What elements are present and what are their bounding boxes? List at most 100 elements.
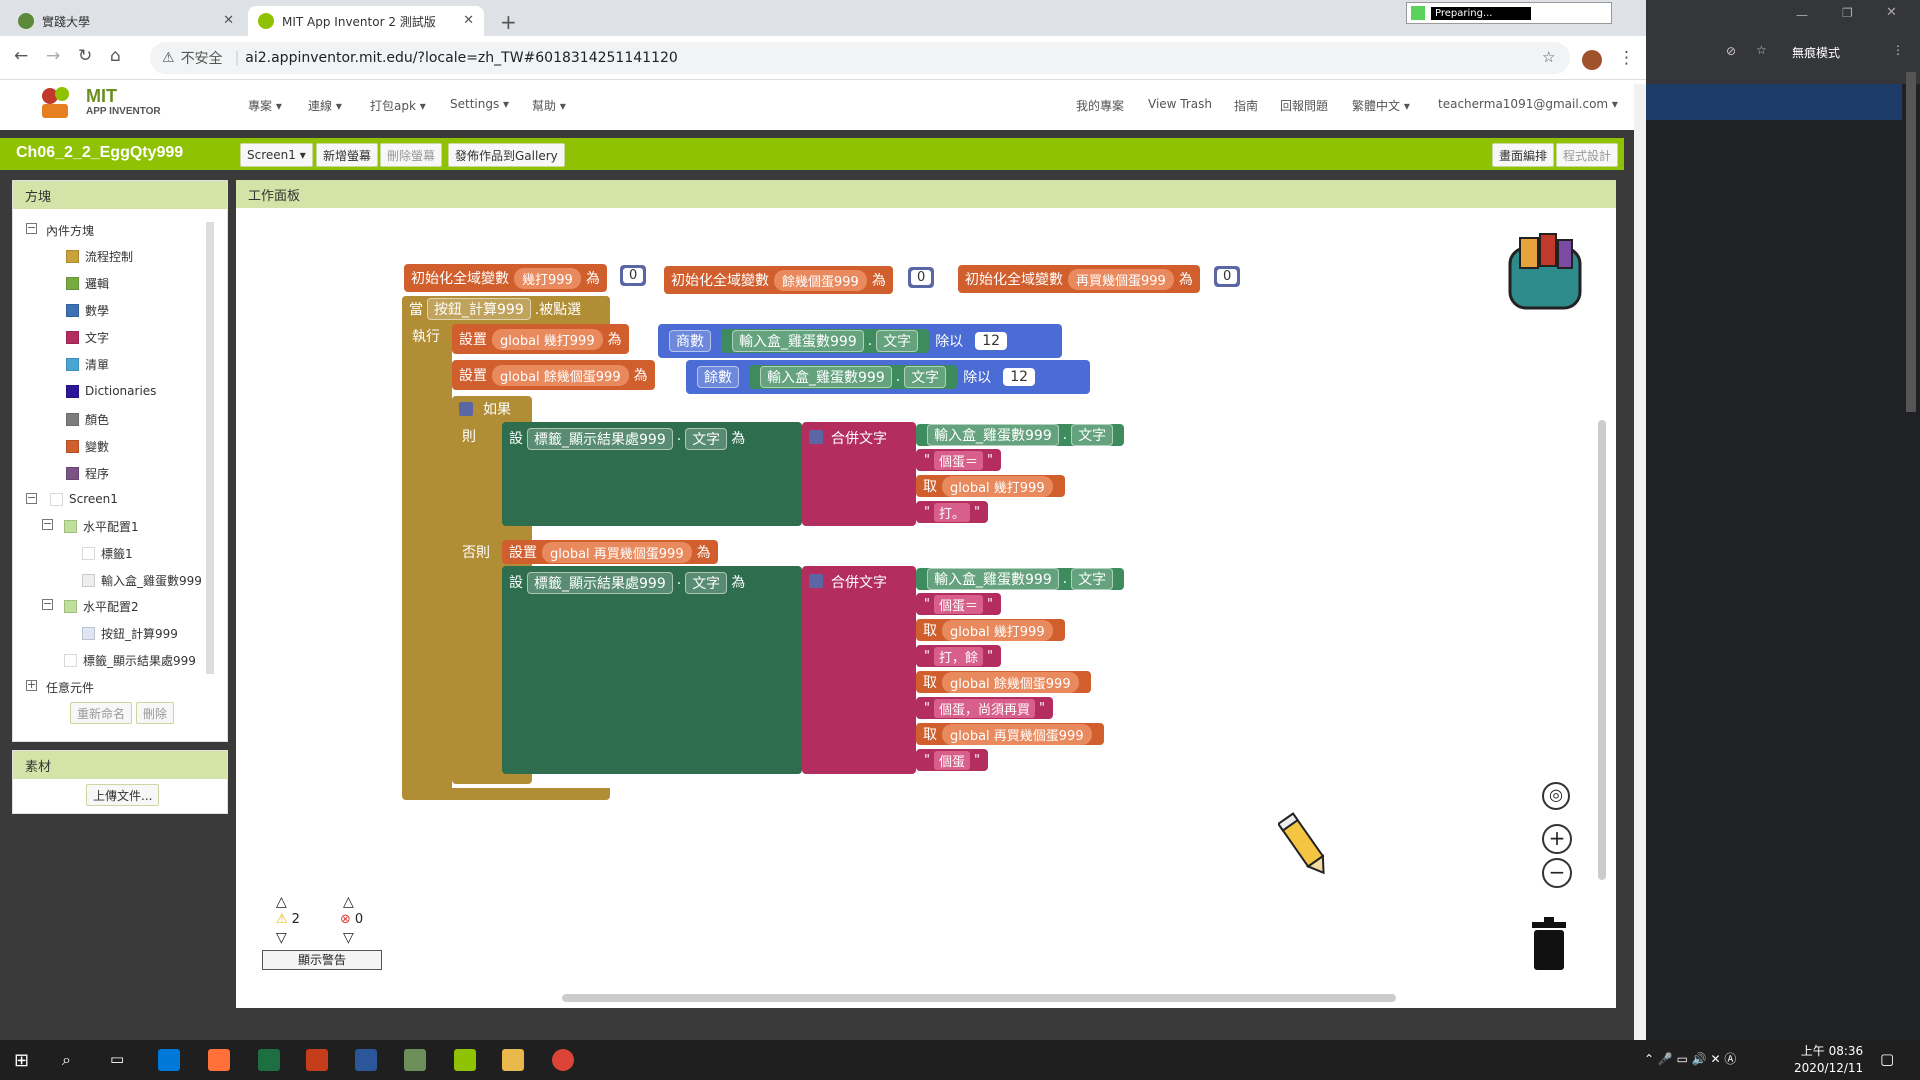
screen-node[interactable]: Screen1 — [50, 492, 118, 506]
set-global-block[interactable]: 設置 global 幾打999 為 — [452, 324, 629, 354]
init-global-block[interactable]: 初始化全域變數 餘幾個蛋999 為 — [664, 266, 893, 294]
notification-icon[interactable]: ▢ — [1880, 1050, 1894, 1068]
clock[interactable]: 上午 08:36 2020/12/11 — [1794, 1043, 1863, 1077]
set-label-text-block[interactable]: 設標籤_顯示結果處999. 文字為 — [502, 422, 802, 526]
browser-tab-1[interactable]: 實踐大學 ✕ — [8, 6, 244, 36]
get-global-block[interactable]: 取 global 幾打999 — [916, 619, 1065, 641]
set-global-block[interactable]: 設置 global 再買幾個蛋999 為 — [502, 540, 718, 564]
page-scrollbar[interactable] — [1634, 84, 1646, 1040]
file-explorer-icon[interactable] — [502, 1049, 524, 1071]
any-component-label[interactable]: 任意元件 — [46, 679, 94, 696]
builtin-item[interactable]: 程序 — [66, 465, 109, 482]
excel-icon[interactable] — [258, 1049, 280, 1071]
component-node[interactable]: 按鈕_計算999 — [82, 625, 178, 642]
publish-gallery-button[interactable]: 發佈作品到Gallery — [448, 143, 565, 167]
builtin-item[interactable]: 流程控制 — [66, 248, 133, 265]
trash-icon[interactable] — [1530, 916, 1568, 970]
incognito-scrollbar[interactable] — [1906, 72, 1916, 412]
gear-icon[interactable] — [809, 574, 823, 588]
delete-button[interactable]: 刪除 — [136, 702, 175, 724]
screen-select[interactable]: Screen1 ▾ — [240, 143, 313, 167]
blocks-button[interactable]: 程式設計 — [1556, 143, 1619, 167]
zoom-in-icon[interactable]: + — [1542, 824, 1572, 854]
close-tab-icon[interactable]: ✕ — [223, 13, 234, 28]
collapse-icon[interactable]: − — [42, 598, 53, 610]
home-icon[interactable]: ⌂ — [110, 46, 121, 66]
menu-help[interactable]: 幫助 ▾ — [532, 97, 566, 114]
workspace-hscrollbar[interactable] — [562, 994, 1396, 1002]
powerpoint-icon[interactable] — [306, 1049, 328, 1071]
menu-my-projects[interactable]: 我的專案 — [1076, 97, 1124, 114]
expand-icon[interactable]: + — [26, 679, 37, 691]
upload-file-button[interactable]: 上傳文件... — [86, 784, 160, 806]
builtin-item[interactable]: 變數 — [66, 438, 109, 455]
collapse-icon[interactable]: − — [26, 492, 37, 504]
menu-kebab-icon[interactable]: ⋮ — [1618, 48, 1635, 68]
recenter-icon[interactable]: ◎ — [1542, 782, 1570, 810]
builtin-item[interactable]: 顏色 — [66, 411, 109, 428]
designer-button[interactable]: 畫面編排 — [1492, 143, 1555, 167]
text-literal-block[interactable]: " 個蛋，尚須再買 " — [916, 697, 1053, 719]
menu-report[interactable]: 回報問題 — [1280, 97, 1328, 114]
bookmark-star-icon[interactable]: ☆ — [1542, 48, 1555, 66]
text-literal-block[interactable]: " 打。 " — [916, 501, 988, 523]
firefox-icon[interactable] — [208, 1049, 230, 1071]
rename-button[interactable]: 重新命名 — [70, 702, 133, 724]
get-global-block[interactable]: 取 global 幾打999 — [916, 475, 1065, 497]
gear-icon[interactable] — [459, 402, 473, 416]
gear-icon[interactable] — [809, 430, 823, 444]
number-block[interactable]: 0 — [908, 267, 935, 288]
number-block[interactable]: 0 — [1214, 266, 1241, 287]
prev-error-icon[interactable]: △ — [343, 894, 354, 910]
prev-warning-icon[interactable]: △ — [276, 894, 287, 910]
eye-off-icon[interactable]: ⊘ — [1726, 44, 1736, 58]
photos-icon[interactable] — [404, 1049, 426, 1071]
backpack-icon[interactable] — [1500, 230, 1590, 317]
word-icon[interactable] — [355, 1049, 377, 1071]
url-field[interactable]: ⚠ 不安全 | ai2.appinventor.mit.edu/?locale=… — [150, 42, 1570, 74]
textbox-text-block[interactable]: 輸入盒_雞蛋數999. 文字 — [916, 568, 1125, 590]
set-label-text-block[interactable]: 設標籤_顯示結果處999. 文字為 — [502, 566, 802, 774]
menu-language[interactable]: 繁體中文 ▾ — [1352, 97, 1410, 114]
chrome-icon[interactable] — [552, 1049, 574, 1071]
builtin-item[interactable]: Dictionaries — [66, 384, 156, 398]
remainder-block[interactable]: 餘數 輸入盒_雞蛋數999. 文字 除以 12 — [686, 360, 1090, 394]
builtin-blocks-label[interactable]: 內件方塊 — [46, 222, 94, 239]
task-view-icon[interactable]: ▭ — [110, 1050, 124, 1068]
menu-kebab-icon[interactable]: ⋮ — [1892, 43, 1904, 57]
add-screen-button[interactable]: 新增螢幕 — [316, 143, 379, 167]
menu-guide[interactable]: 指南 — [1234, 97, 1258, 114]
profile-avatar[interactable] — [1582, 50, 1602, 70]
reload-icon[interactable]: ↻ — [78, 46, 92, 66]
event-header[interactable]: 當按鈕_計算999 .被點選 — [402, 296, 610, 322]
show-warnings-button[interactable]: 顯示警告 — [262, 950, 382, 970]
init-global-block[interactable]: 初始化全域變數 再買幾個蛋999 為 — [958, 265, 1200, 293]
android-icon[interactable] — [454, 1049, 476, 1071]
new-tab-button[interactable]: + — [500, 10, 517, 34]
tree-scrollbar[interactable] — [206, 222, 214, 674]
collapse-icon[interactable]: − — [26, 222, 37, 234]
get-global-block[interactable]: 取 global 再買幾個蛋999 — [916, 723, 1104, 745]
quotient-block[interactable]: 商數 輸入盒_雞蛋數999. 文字 除以 12 — [658, 324, 1062, 358]
get-global-block[interactable]: 取 global 餘幾個蛋999 — [916, 671, 1091, 693]
edge-icon[interactable] — [158, 1049, 180, 1071]
text-literal-block[interactable]: " 個蛋＝ " — [916, 449, 1001, 471]
menu-view-trash[interactable]: View Trash — [1148, 97, 1212, 111]
minimize-icon[interactable]: — — [1796, 8, 1808, 22]
back-icon[interactable]: ← — [14, 46, 28, 66]
next-error-icon[interactable]: ▽ — [343, 930, 354, 946]
component-node[interactable]: 水平配置1 — [64, 518, 139, 535]
forward-icon[interactable]: → — [46, 46, 60, 66]
close-window-icon[interactable]: ✕ — [1886, 5, 1897, 20]
menu-project[interactable]: 專案 ▾ — [248, 97, 282, 114]
text-literal-block[interactable]: " 個蛋＝ " — [916, 593, 1001, 615]
remove-screen-button[interactable]: 刪除螢幕 — [380, 143, 443, 167]
component-node[interactable]: 水平配置2 — [64, 598, 139, 615]
component-node[interactable]: 輸入盒_雞蛋數999 — [82, 572, 202, 589]
menu-build[interactable]: 打包apk ▾ — [370, 97, 426, 114]
menu-settings[interactable]: Settings ▾ — [450, 97, 509, 111]
next-warning-icon[interactable]: ▽ — [276, 930, 287, 946]
if-header[interactable]: 如果 — [452, 396, 518, 422]
builtin-item[interactable]: 清單 — [66, 356, 109, 373]
zoom-out-icon[interactable]: − — [1542, 858, 1572, 888]
